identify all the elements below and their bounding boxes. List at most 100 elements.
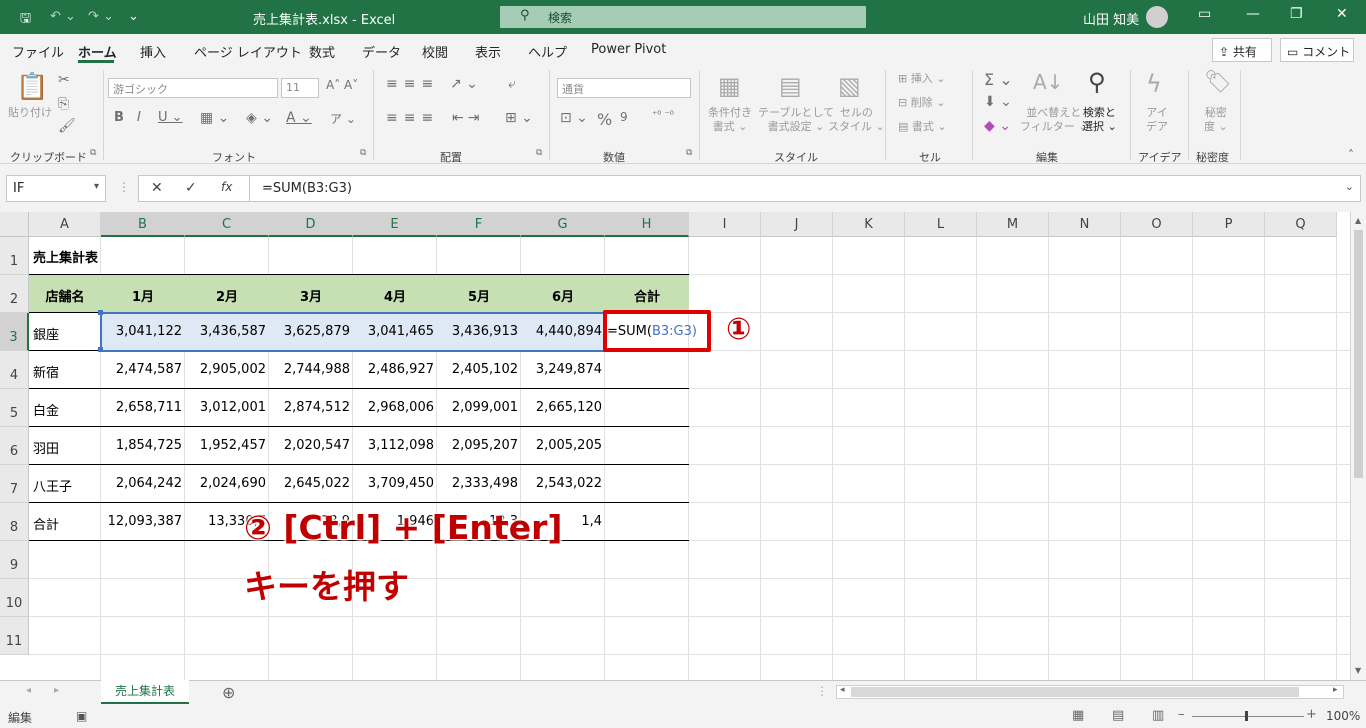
vertical-scrollbar[interactable]: ▲ ▼ <box>1350 212 1366 680</box>
sales-value-cell[interactable]: 2,064,242 <box>101 476 182 491</box>
comment-button[interactable]: ▭ コメント <box>1280 38 1354 62</box>
horizontal-scrollbar[interactable]: ◂ ▸ <box>836 685 1344 699</box>
column-header-h[interactable]: H <box>605 212 689 237</box>
row-header-5[interactable]: 5 <box>0 389 29 427</box>
cell-styles-label[interactable]: セルの スタイル ⌄ <box>828 106 885 134</box>
vertical-align-icons[interactable]: ≡≡≡ <box>386 76 439 92</box>
user-name[interactable]: 山田 知美 <box>1083 9 1139 28</box>
worksheet-grid[interactable]: ABCDEFGHIJKLMNOPQ 1 2 3 4 5 6 7 8 9 10 11 売上集計表 店舗名… <box>0 212 1350 680</box>
sales-value-cell[interactable]: 3,709,450 <box>353 476 434 491</box>
column-header-l[interactable]: L <box>905 212 977 237</box>
sales-value-cell[interactable]: 2,905,002 <box>185 362 266 377</box>
format-as-table-label[interactable]: テーブルとして 書式設定 ⌄ <box>758 106 834 134</box>
column-header-k[interactable]: K <box>833 212 905 237</box>
wrap-text-icon[interactable]: ⤶ <box>508 76 516 92</box>
scroll-tabs-right-icon[interactable]: ▸ <box>54 685 59 696</box>
table-header-cell[interactable]: 店舗名 <box>29 286 101 305</box>
sales-value-cell[interactable]: 2,658,711 <box>101 400 182 415</box>
font-size-select[interactable]: 11 <box>281 78 319 98</box>
tab-split-grip-icon[interactable]: ⋮ <box>816 684 828 698</box>
column-header-m[interactable]: M <box>977 212 1049 237</box>
format-cells-button[interactable]: ▤ 書式 ⌄ <box>898 120 947 134</box>
fill-color-icon[interactable]: ◈ ⌄ <box>246 110 273 126</box>
search-box[interactable]: ⚲ 検索 <box>500 6 866 28</box>
sales-value-cell[interactable]: 2,968,006 <box>353 400 434 415</box>
find-select-icon[interactable]: ⚲ <box>1088 68 1106 96</box>
sales-value-cell[interactable]: 2,405,102 <box>437 362 518 377</box>
indent-icons[interactable]: ⇤⇥ <box>452 110 483 126</box>
page-break-view-icon[interactable]: ▥ <box>1152 708 1164 723</box>
insert-function-icon[interactable]: fx <box>221 180 232 194</box>
table-header-cell[interactable]: 1月 <box>101 286 185 305</box>
font-name-select[interactable]: 游ゴシック <box>108 78 278 98</box>
row-header-6[interactable]: 6 <box>0 427 29 465</box>
row-header-7[interactable]: 7 <box>0 465 29 503</box>
sales-value-cell[interactable]: 2,874,512 <box>269 400 350 415</box>
minimize-icon[interactable]: — <box>1246 6 1260 22</box>
tab-formulas[interactable]: 数式 <box>309 42 335 61</box>
row-header-3[interactable]: 3 <box>0 313 29 351</box>
ideas-icon[interactable]: ϟ <box>1146 70 1162 98</box>
scroll-down-icon[interactable]: ▼ <box>1355 666 1361 675</box>
cut-icon[interactable]: ✂ <box>58 72 70 88</box>
row-header-8[interactable]: 8 <box>0 503 29 541</box>
column-header-n[interactable]: N <box>1049 212 1121 237</box>
chevron-down-icon[interactable]: ▾ <box>94 181 99 192</box>
column-header-e[interactable]: E <box>353 212 437 237</box>
sort-filter-icon[interactable]: A↓ <box>1033 70 1063 94</box>
enter-icon[interactable]: ✓ <box>185 180 197 196</box>
bold-icon[interactable]: B <box>114 110 124 125</box>
zoom-slider-thumb[interactable] <box>1245 711 1248 721</box>
clipboard-launcher-icon[interactable]: ⧉ <box>90 148 96 158</box>
row-header-4[interactable]: 4 <box>0 351 29 389</box>
sales-value-cell[interactable]: 2,744,988 <box>269 362 350 377</box>
name-box[interactable]: IF ▾ <box>6 175 106 202</box>
tab-page-layout[interactable]: ページ レイアウト <box>194 42 302 61</box>
table-header-cell[interactable]: 合計 <box>605 286 689 305</box>
horizontal-scroll-thumb[interactable] <box>851 687 1299 697</box>
scroll-right-icon[interactable]: ▸ <box>1333 685 1338 695</box>
horizontal-align-icons[interactable]: ≡≡≡ <box>386 110 439 126</box>
column-header-a[interactable]: A <box>29 212 101 237</box>
tab-power-pivot[interactable]: Power Pivot <box>591 42 666 57</box>
table-header-cell[interactable]: 3月 <box>269 286 353 305</box>
zoom-level[interactable]: 100% <box>1326 709 1360 723</box>
font-launcher-icon[interactable]: ⧉ <box>360 148 366 158</box>
row-header-10[interactable]: 10 <box>0 579 29 617</box>
sheet-tab-active[interactable]: 売上集計表 <box>101 680 189 704</box>
select-all-button[interactable] <box>0 212 29 237</box>
formula-bar-grip-icon[interactable]: ⋮ <box>118 180 130 194</box>
autosum-icon[interactable]: Σ ⌄ <box>984 70 1013 89</box>
sensitivity-icon[interactable]: 🏷 <box>1204 70 1232 95</box>
column-header-o[interactable]: O <box>1121 212 1193 237</box>
page-layout-view-icon[interactable]: ▤ <box>1112 708 1124 723</box>
column-header-g[interactable]: G <box>521 212 605 237</box>
copy-icon[interactable]: ⎘ <box>58 96 69 112</box>
customize-qat-icon[interactable]: ⌄ <box>128 9 139 24</box>
sales-value-cell[interactable]: 2,665,120 <box>521 400 602 415</box>
share-button[interactable]: ⇪ 共有 <box>1212 38 1272 62</box>
vertical-scroll-thumb[interactable] <box>1354 230 1363 478</box>
sales-value-cell[interactable]: 3,249,874 <box>521 362 602 377</box>
row-header-1[interactable]: 1 <box>0 237 29 275</box>
column-header-d[interactable]: D <box>269 212 353 237</box>
cancel-icon[interactable]: ✕ <box>151 180 163 196</box>
sales-value-cell[interactable]: 2,645,022 <box>269 476 350 491</box>
scroll-up-icon[interactable]: ▲ <box>1355 216 1361 225</box>
italic-icon[interactable]: I <box>137 110 141 125</box>
fill-icon[interactable]: ⬇ ⌄ <box>984 94 1012 110</box>
tab-home[interactable]: ホーム <box>78 42 117 61</box>
total-value-cell[interactable]: 12,093,387 <box>101 514 182 529</box>
sales-value-cell[interactable]: 2,486,927 <box>353 362 434 377</box>
sales-value-cell[interactable]: 2,333,498 <box>437 476 518 491</box>
column-header-f[interactable]: F <box>437 212 521 237</box>
percent-icon[interactable]: % <box>597 110 612 129</box>
number-format-select[interactable]: 通貨 <box>557 78 691 98</box>
close-icon[interactable]: ✕ <box>1336 6 1348 22</box>
alignment-launcher-icon[interactable]: ⧉ <box>536 148 542 158</box>
store-name-cell[interactable]: 八王子 <box>33 476 72 495</box>
sales-value-cell[interactable]: 2,005,205 <box>521 438 602 453</box>
underline-icon[interactable]: U ⌄ <box>158 110 183 125</box>
formula-input[interactable]: =SUM(B3:G3) ⌄ <box>250 175 1361 202</box>
zoom-slider[interactable] <box>1192 716 1304 717</box>
